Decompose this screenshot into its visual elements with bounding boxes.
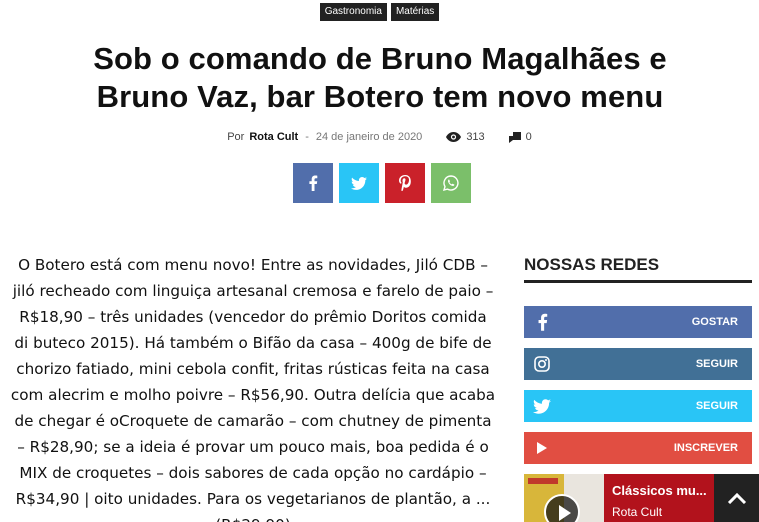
facebook-icon [309,175,318,191]
twitter-icon [532,396,552,416]
views-value: 313 [466,131,485,143]
social-youtube-button[interactable]: INSCREVER [524,432,752,464]
sidebar-heading: NOSSAS REDES [524,255,752,283]
share-twitter-button[interactable] [339,163,379,203]
pinterest-icon [399,175,411,191]
meta-separator: - [305,131,309,143]
facebook-icon [532,312,552,332]
youtube-icon [532,438,552,458]
share-whatsapp-button[interactable] [431,163,471,203]
category-tag-gastronomia[interactable]: Gastronomia [319,3,387,21]
comments-count[interactable]: 0 [508,131,532,143]
category-tags: Gastronomia Matérias [0,3,759,21]
back-to-top-button[interactable] [714,474,759,522]
article-body: O Botero está com menu novo! Entre as no… [10,256,496,522]
category-tag-materias[interactable]: Matérias [390,3,440,21]
social-youtube-label: INSCREVER [673,442,738,454]
video-thumbnail[interactable] [524,474,604,522]
twitter-icon [351,176,367,190]
comments-value: 0 [525,131,532,143]
article-meta: Por Rota Cult - 24 de janeiro de 2020 31… [0,131,759,143]
sidebar-heading-text: NOSSAS REDES [524,255,660,274]
sidebar-heading-underline [524,280,752,283]
play-icon[interactable] [544,494,580,522]
social-twitter-label: SEGUIR [695,400,738,412]
social-facebook-button[interactable]: GOSTAR [524,306,752,338]
instagram-icon [532,354,552,374]
social-twitter-button[interactable]: SEGUIR [524,390,752,422]
views-count: 313 [446,131,485,143]
share-buttons [293,163,471,203]
chevron-up-icon [727,492,746,504]
share-pinterest-button[interactable] [385,163,425,203]
publish-date: 24 de janeiro de 2020 [315,131,423,143]
share-facebook-button[interactable] [293,163,333,203]
by-label: Por [227,131,245,143]
eye-icon [446,132,462,142]
social-facebook-label: GOSTAR [691,316,738,328]
social-instagram-button[interactable]: SEGUIR [524,348,752,380]
author-link[interactable]: Rota Cult [249,131,298,143]
article-title: Sob o comando de Bruno Magalhães e Bruno… [93,41,667,114]
social-instagram-label: SEGUIR [695,358,738,370]
comment-icon [508,131,521,143]
whatsapp-icon [443,175,459,191]
